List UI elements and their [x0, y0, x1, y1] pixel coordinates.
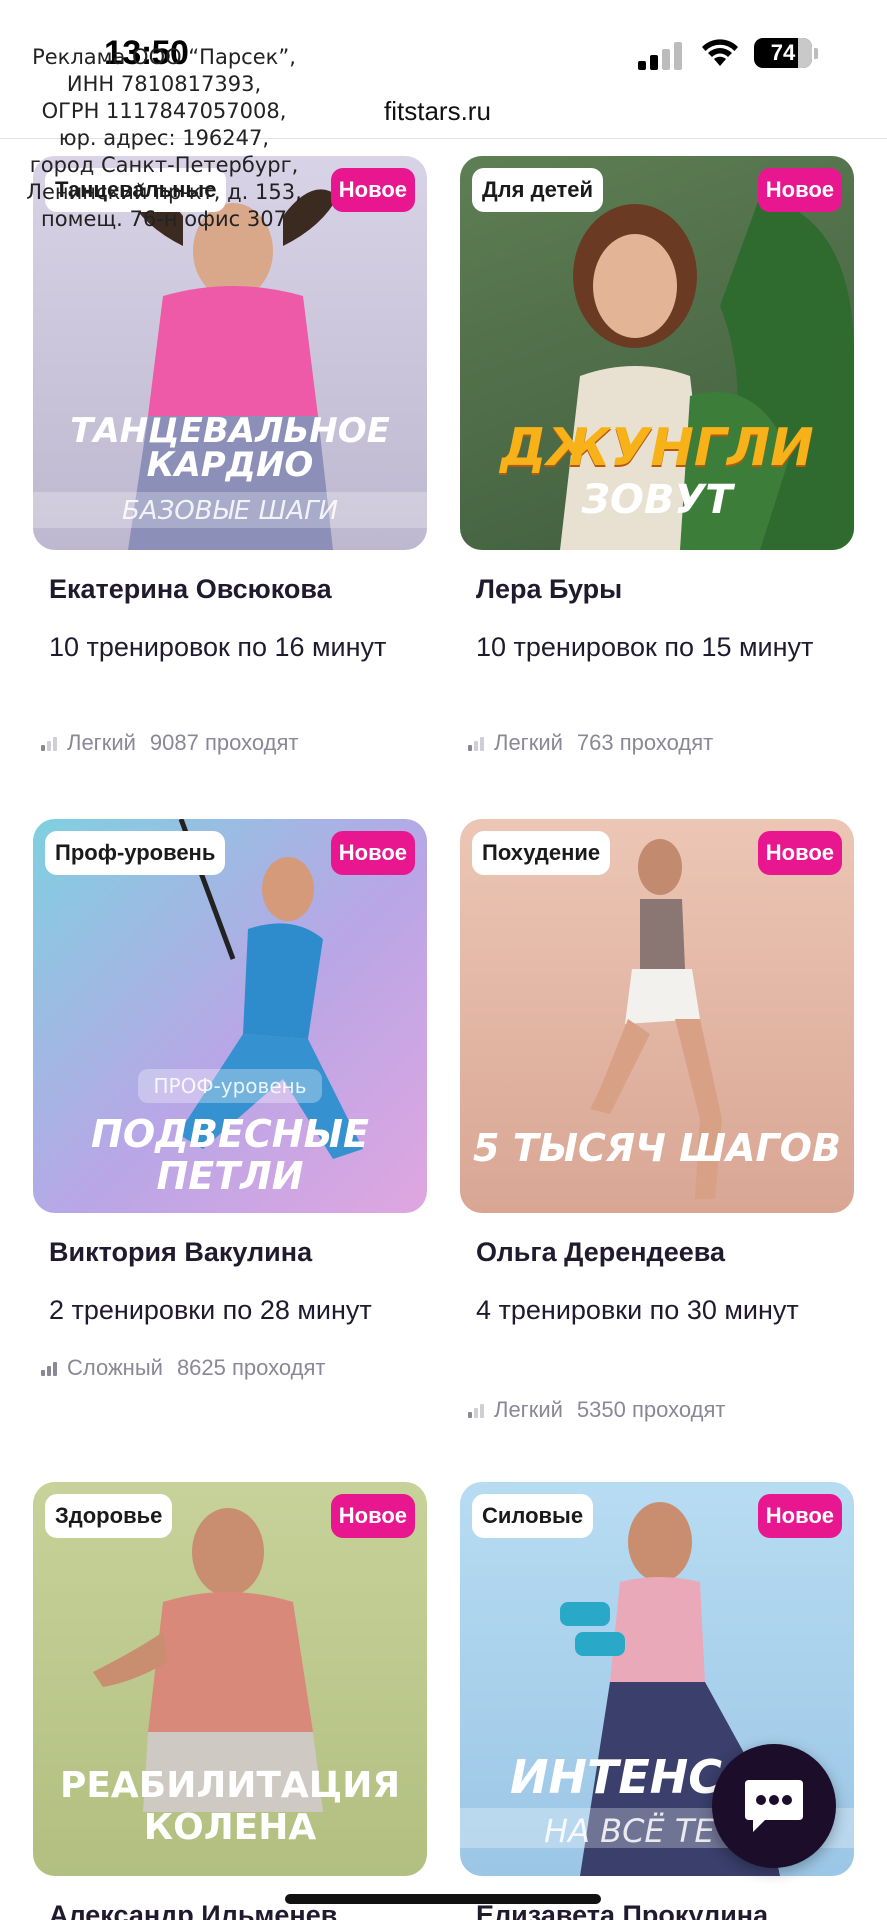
poster-title-line-1: Реабилитация [59, 1765, 401, 1806]
category-badge: Для детей [472, 168, 604, 212]
new-badge: Новое [330, 831, 415, 875]
category-badge: Здоровье [45, 1494, 173, 1538]
trainer-name: Ольга Дерендеева [476, 1237, 725, 1267]
address-bar-url[interactable]: fitstars.ru [384, 96, 491, 127]
program-meta: Легкий 5350 проходят [468, 1397, 725, 1423]
trainer-name: Екатерина Овсюкова [49, 574, 332, 604]
chat-bubble-icon [745, 1780, 803, 1832]
poster-chip: ПРОФ-уровень [138, 1069, 322, 1103]
signal-bars-icon [468, 735, 486, 751]
new-badge: Новое [330, 168, 415, 212]
participants-count: 5350 проходят [576, 1397, 726, 1422]
program-card[interactable]: Похудение Новое 5 тысяч шагов Ольга Дере… [460, 819, 854, 1422]
program-meta: Легкий 763 проходят [468, 730, 713, 756]
program-meta: Легкий 9087 проходят [41, 730, 298, 756]
poster-title-line-1: Джунгли [500, 418, 814, 478]
workout-count: 2 тренировки по 28 минут [49, 1295, 372, 1325]
poster-title-line-2: петли [156, 1154, 304, 1198]
program-meta: Сложный 8625 проходят [41, 1355, 325, 1381]
poster-title-line-2: кардио [146, 445, 314, 485]
ad-disclaimer: Реклама ООО “Парсек”, ИНН 7810817393, ОГ… [26, 45, 302, 231]
participants-count: 9087 проходят [149, 730, 299, 755]
participants-count: 8625 проходят [176, 1355, 326, 1380]
battery-level: 74 [770, 40, 796, 65]
category-badge: Похудение [472, 831, 611, 875]
wifi-icon [702, 39, 738, 66]
poster-title-line-1: Подвесные [91, 1112, 369, 1156]
difficulty-level: Сложный [67, 1355, 163, 1380]
poster-subtitle: Базовые шаги [121, 496, 339, 526]
battery-icon: 74 [754, 38, 812, 68]
program-poster[interactable]: Похудение Новое 5 тысяч шагов [460, 819, 854, 1213]
difficulty-level: Легкий [67, 730, 136, 755]
trainer-name: Виктория Вакулина [49, 1237, 313, 1267]
category-badge: Силовые [472, 1494, 594, 1538]
difficulty-level: Легкий [494, 1397, 563, 1422]
program-poster[interactable]: Для детей Новое Джунгли зовут [460, 156, 854, 550]
workout-count: 4 тренировки по 30 минут [476, 1295, 799, 1325]
program-poster[interactable]: Проф-уровень Новое ПРОФ-уровень Подвесны… [33, 819, 427, 1213]
home-indicator[interactable] [285, 1894, 601, 1904]
program-card[interactable]: Проф-уровень Новое ПРОФ-уровень Подвесны… [33, 819, 427, 1380]
new-badge: Новое [757, 831, 842, 875]
difficulty-level: Легкий [494, 730, 563, 755]
poster-title-line-2: колена [143, 1807, 317, 1848]
poster-title-line-1: 5 тысяч шагов [473, 1126, 841, 1170]
signal-bars-icon [468, 1402, 486, 1418]
cellular-signal-icon [638, 42, 684, 70]
chat-button[interactable] [712, 1744, 836, 1868]
program-poster[interactable]: Здоровье Новое Реабилитация колена [33, 1482, 427, 1876]
program-card[interactable]: Здоровье Новое Реабилитация колена Алекс… [33, 1482, 427, 1920]
category-badge: Проф-уровень [45, 831, 226, 875]
signal-bars-icon [41, 1360, 59, 1376]
poster-title-line-1: Танцевальное [70, 411, 390, 451]
workout-count: 10 тренировок по 15 минут [476, 632, 814, 662]
participants-count: 763 проходят [576, 730, 714, 755]
program-card[interactable]: Для детей Новое Джунгли зовут Лера Буры … [460, 156, 854, 755]
poster-title-line-2: зовут [581, 477, 733, 523]
new-badge: Новое [757, 1494, 842, 1538]
workout-count: 10 тренировок по 16 минут [49, 632, 387, 662]
signal-bars-icon [41, 735, 59, 751]
trainer-name: Лера Буры [476, 574, 623, 604]
new-badge: Новое [757, 168, 842, 212]
new-badge: Новое [330, 1494, 415, 1538]
